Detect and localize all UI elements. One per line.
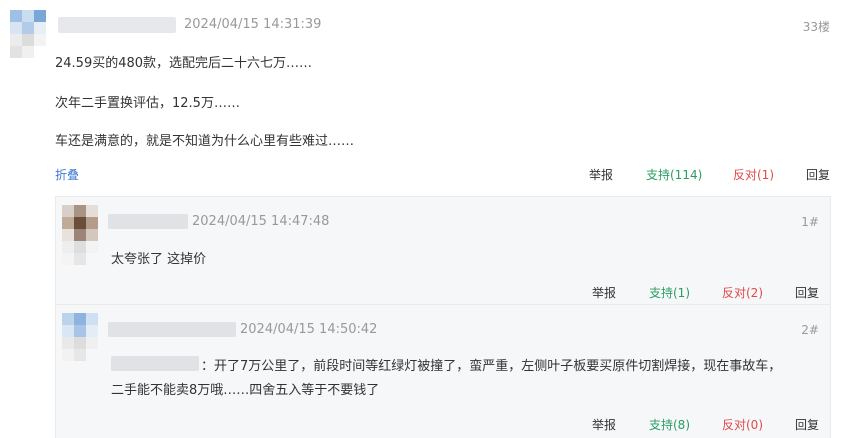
- reply-1-oppose-button[interactable]: 反对(2): [722, 284, 763, 301]
- reply-1-support-button[interactable]: 支持(1): [649, 284, 690, 301]
- reply-2-timestamp: 2024/04/15 14:50:42: [240, 322, 378, 337]
- report-button[interactable]: 举报: [589, 166, 613, 183]
- reply-1-text: 太夸张了 这掉价: [111, 252, 207, 267]
- reply-2-username[interactable]: [108, 322, 236, 337]
- reply-2-report-button[interactable]: 举报: [592, 416, 616, 433]
- main-post-username[interactable]: [58, 17, 176, 33]
- main-post-floor: 33楼: [802, 20, 830, 34]
- main-post-line-2: 次年二手置换评估，12.5万……: [55, 96, 240, 111]
- main-post-line-1: 24.59买的480款，选配完后二十六七万……: [55, 56, 313, 71]
- reply-1-report-button[interactable]: 举报: [592, 284, 616, 301]
- reply-2-oppose-button[interactable]: 反对(0): [722, 416, 763, 433]
- collapse-link[interactable]: 折叠: [55, 166, 79, 183]
- reply-1-username[interactable]: [108, 214, 188, 229]
- reply-1-timestamp: 2024/04/15 14:47:48: [192, 214, 330, 229]
- reply-1-reply-button[interactable]: 回复: [795, 284, 819, 301]
- reply-1-floor: 1#: [801, 215, 819, 229]
- reply-2-mention[interactable]: [111, 356, 199, 371]
- support-button[interactable]: 支持(114): [646, 166, 702, 183]
- main-post-avatar[interactable]: [10, 10, 46, 60]
- reply-2-text-line-2: 二手能不能卖8万哦……四舍五入等于不要钱了: [111, 383, 380, 398]
- reply-2-text-line-1: ：开了7万公里了，前段时间等红绿灯被撞了，蛮严重，左侧叶子板要买原件切割焊接，现…: [201, 359, 782, 374]
- reply-2-floor: 2#: [801, 323, 819, 337]
- reply-2-reply-button[interactable]: 回复: [795, 416, 819, 433]
- main-post-line-3: 车还是满意的，就是不知道为什么心里有些难过……: [55, 134, 355, 149]
- oppose-button[interactable]: 反对(1): [733, 166, 774, 183]
- reply-2-avatar[interactable]: [62, 313, 98, 369]
- reply-button[interactable]: 回复: [806, 166, 830, 183]
- main-post-timestamp: 2024/04/15 14:31:39: [184, 17, 322, 32]
- reply-2-support-button[interactable]: 支持(8): [649, 416, 690, 433]
- reply-1-avatar[interactable]: [62, 205, 98, 265]
